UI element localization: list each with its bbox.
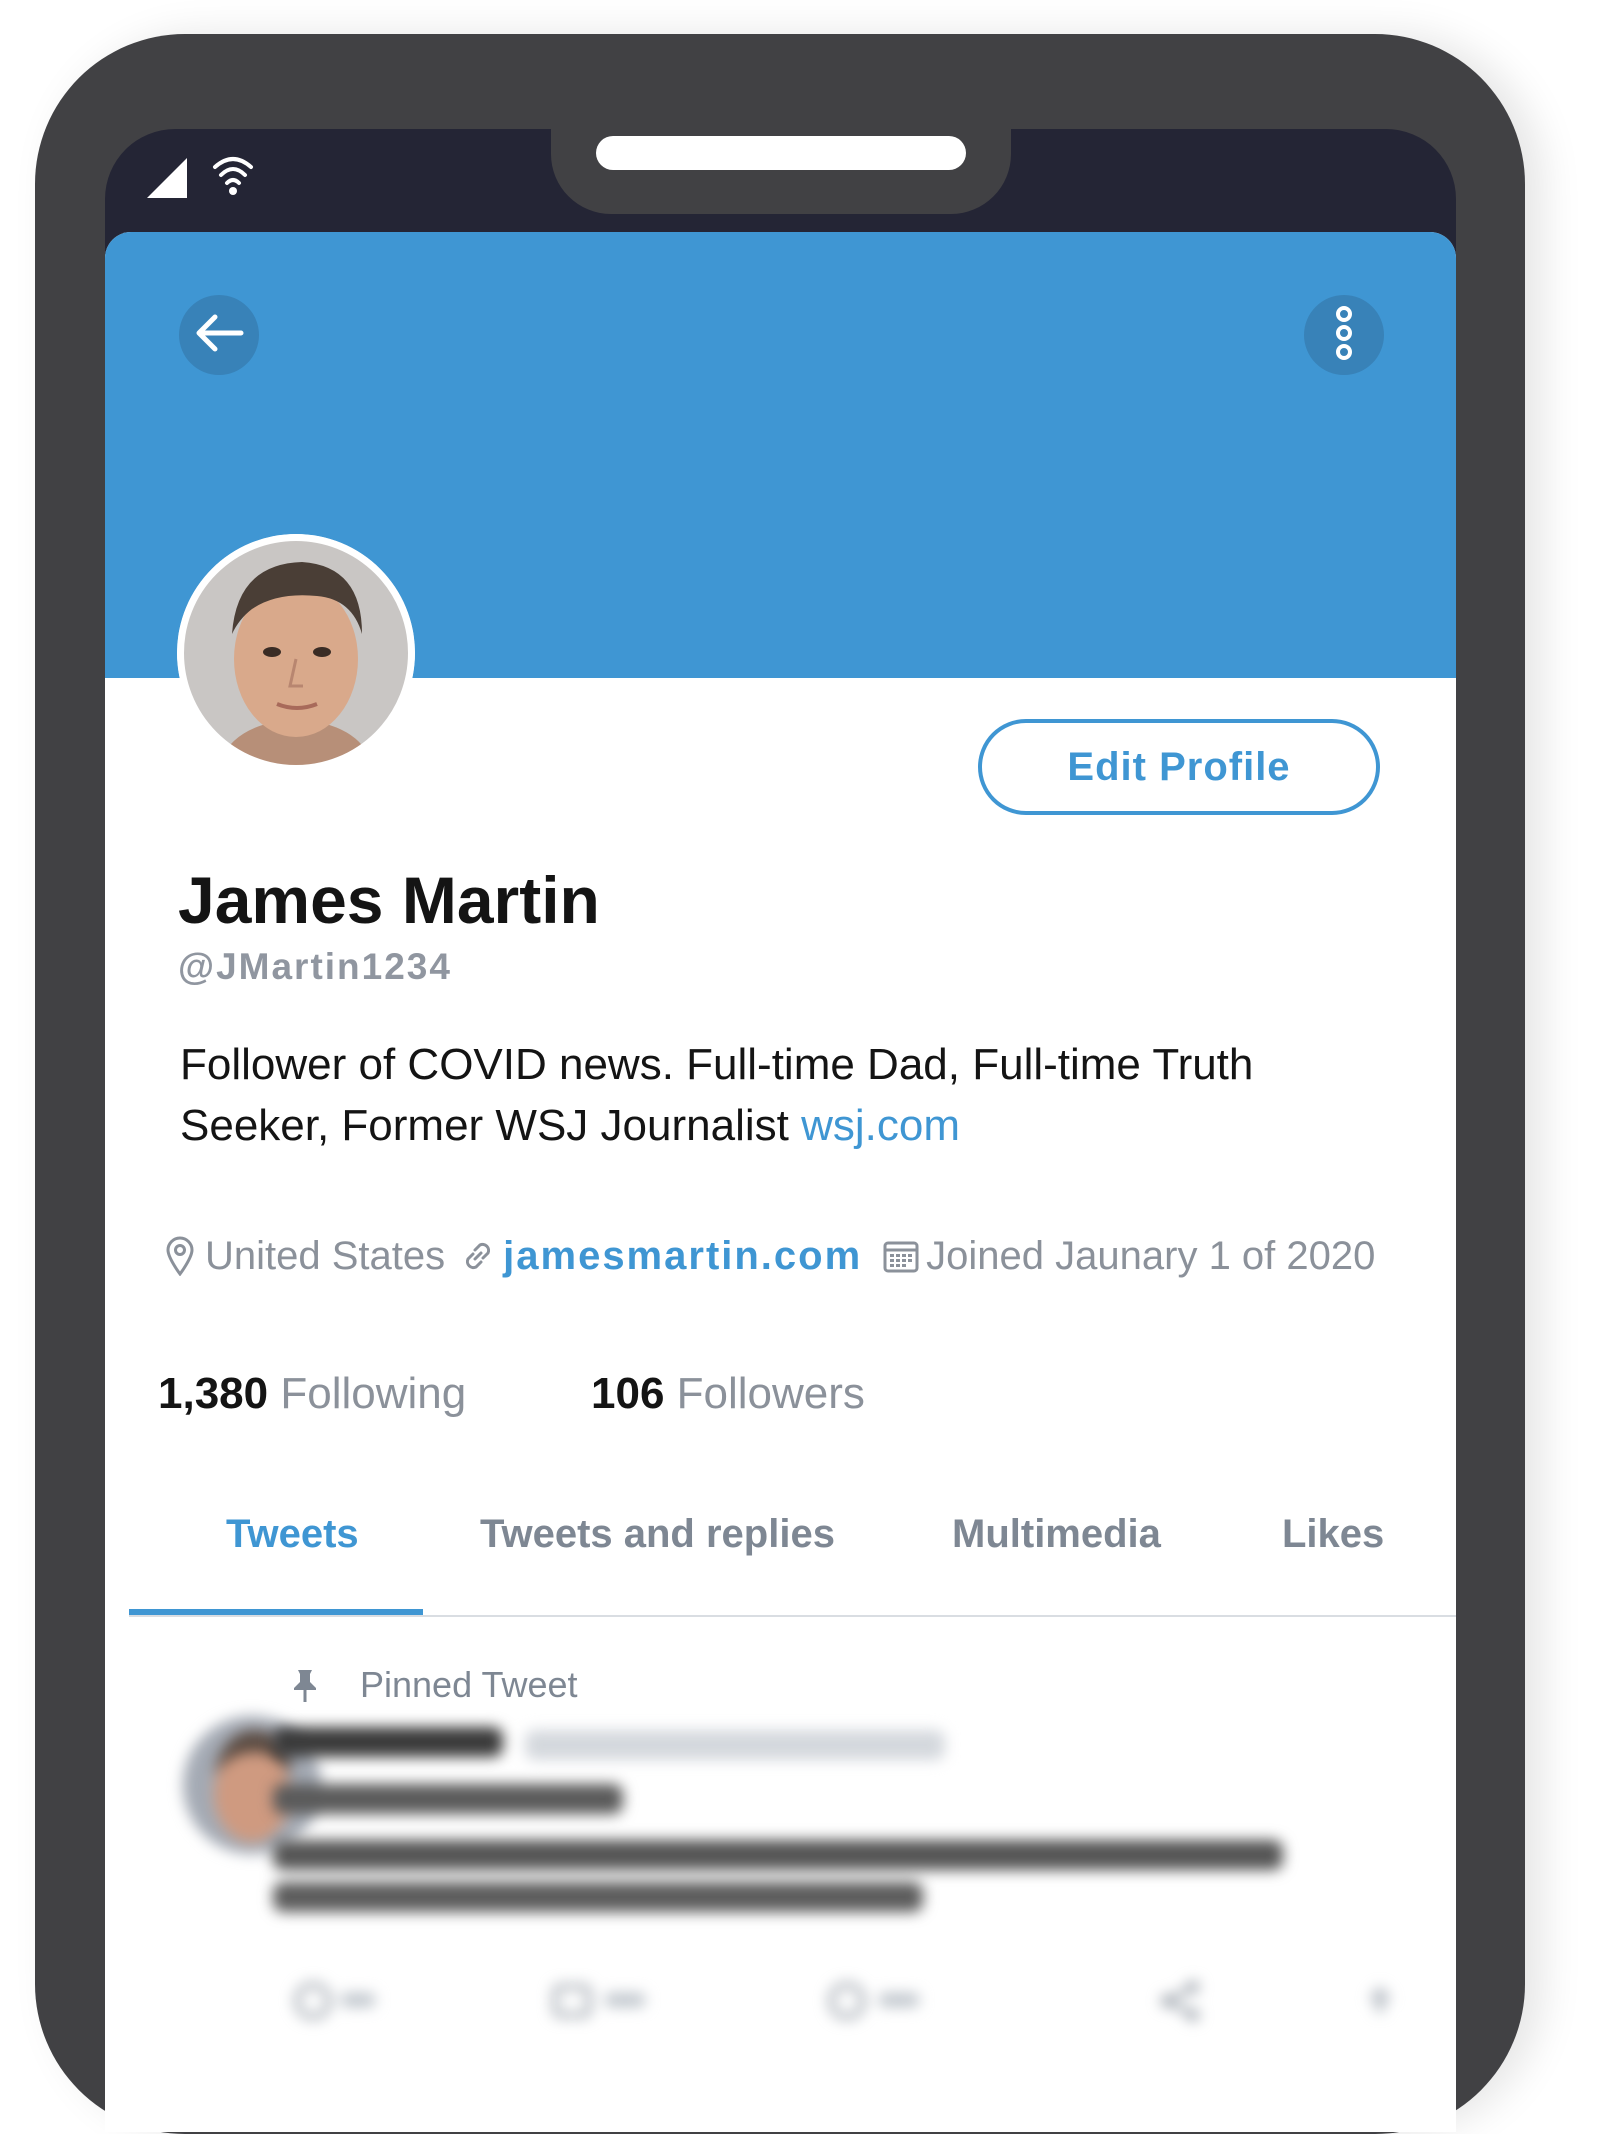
reply-icon[interactable] <box>293 1979 383 2030</box>
tab-likes[interactable]: Likes <box>1282 1512 1384 1557</box>
profile-meta: United States jamesmartin.com Joined Jau… <box>165 1228 1375 1284</box>
back-button[interactable] <box>179 295 259 375</box>
following-count: 1,380 <box>158 1369 269 1418</box>
cellular-signal-icon <box>145 156 189 205</box>
profile-handle: @JMartin1234 <box>178 946 452 987</box>
phone-speaker <box>596 136 966 170</box>
arrow-left-icon <box>193 313 245 358</box>
bio-link[interactable]: wsj.com <box>801 1101 960 1150</box>
following-stat[interactable]: 1,380 Following <box>158 1369 466 1419</box>
pin-icon <box>290 1668 320 1709</box>
tab-tweets-and-replies[interactable]: Tweets and replies <box>480 1512 835 1557</box>
more-options-button[interactable] <box>1304 295 1384 375</box>
retweet-icon[interactable] <box>551 1979 651 2030</box>
pinned-tweet-label: Pinned Tweet <box>360 1664 578 1705</box>
tab-divider <box>129 1615 1456 1617</box>
profile-bio: Follower of COVID news. Full-time Dad, F… <box>180 1034 1400 1156</box>
tab-multimedia[interactable]: Multimedia <box>952 1512 1161 1557</box>
vertical-dots-icon <box>1334 305 1354 366</box>
status-bar <box>145 156 255 205</box>
edit-profile-button[interactable]: Edit Profile <box>978 719 1380 815</box>
followers-stat[interactable]: 106 Followers <box>591 1369 865 1419</box>
profile-website-link[interactable]: jamesmartin.com <box>503 1234 862 1279</box>
profile-location: United States <box>205 1233 446 1278</box>
wifi-icon <box>211 153 255 208</box>
profile-joined-date: Joined Jaunary 1 of 2020 <box>926 1233 1376 1278</box>
followers-label: Followers <box>676 1369 865 1418</box>
profile-avatar[interactable] <box>177 534 415 772</box>
upload-icon[interactable] <box>1360 1982 1400 2027</box>
profile-name: James Martin <box>178 863 600 937</box>
followers-count: 106 <box>591 1369 665 1418</box>
link-icon <box>459 1237 497 1275</box>
calendar-icon <box>882 1237 920 1275</box>
like-icon[interactable] <box>827 1979 927 2030</box>
location-pin-icon <box>165 1236 195 1276</box>
profile-screen: Edit Profile James Martin @JMartin1234 F… <box>105 232 1456 2132</box>
tab-tweets[interactable]: Tweets <box>226 1512 359 1557</box>
following-label: Following <box>280 1369 467 1418</box>
bio-text: Follower of COVID news. Full-time Dad, F… <box>180 1040 1254 1150</box>
share-icon[interactable] <box>1157 1977 1205 2030</box>
